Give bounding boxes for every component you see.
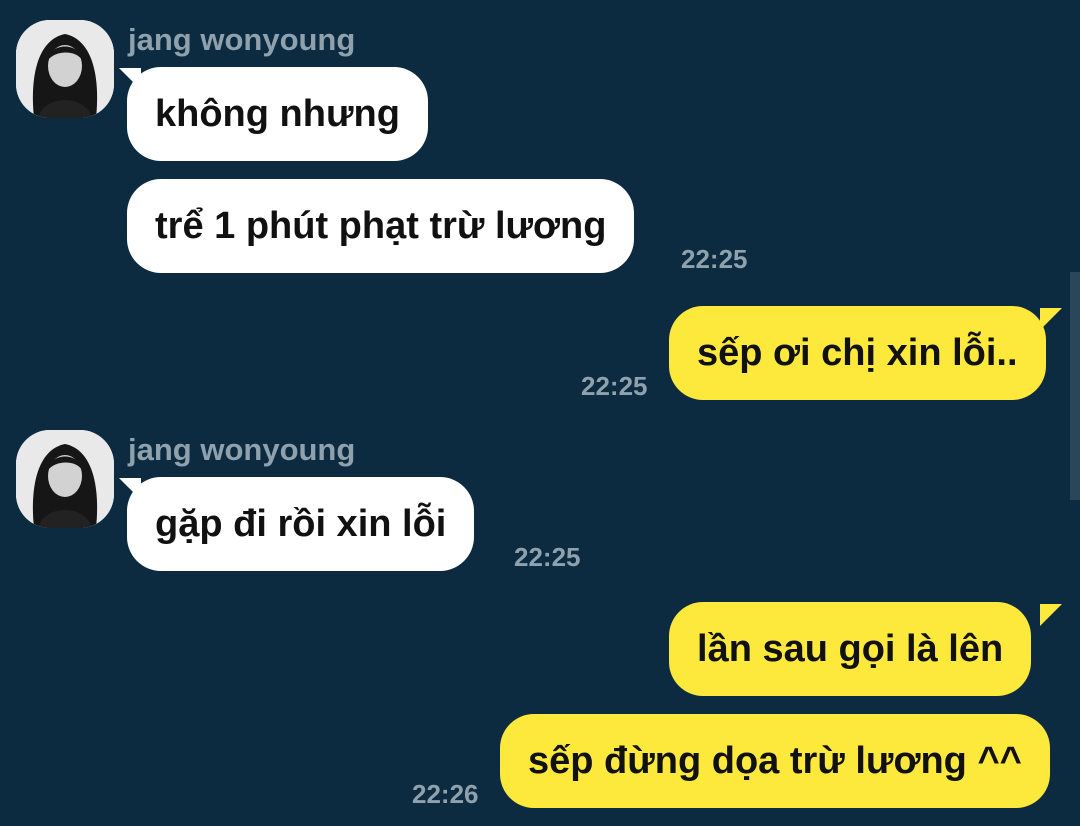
scrollbar-thumb[interactable] [1070,272,1080,500]
message-bubble-outgoing[interactable]: sếp ơi chị xin lỗi.. [669,306,1046,400]
message-bubble-incoming[interactable]: không nhưng [127,67,428,161]
message-text: không nhưng [155,92,400,135]
bubble-tail [1040,308,1062,330]
contact-avatar[interactable] [16,20,114,118]
message-text: gặp đi rồi xin lỗi [155,502,447,545]
sender-name: jang wonyoung [128,22,356,57]
chat-thread: jang wonyoung không nhưng trể 1 phút phạ… [0,0,1080,826]
message-timestamp: 22:25 [581,371,648,401]
message-timestamp: 22:25 [681,244,748,274]
message-bubble-incoming[interactable]: trể 1 phút phạt trừ lương [127,179,635,273]
message-text: trể 1 phút phạt trừ lương [155,204,607,247]
sender-name: jang wonyoung [128,432,356,467]
message-timestamp: 22:25 [514,542,581,572]
message-bubble-outgoing[interactable]: sếp đừng dọa trừ lương ^^ [500,714,1050,808]
avatar-photo-icon [16,430,114,528]
contact-avatar[interactable] [16,430,114,528]
message-text: sếp ơi chị xin lỗi.. [697,331,1018,374]
avatar-photo-icon [16,20,114,118]
message-bubble-incoming[interactable]: gặp đi rồi xin lỗi [127,477,475,571]
message-bubble-outgoing[interactable]: lần sau gọi là lên [669,602,1032,696]
message-timestamp: 22:26 [412,779,479,809]
message-text: sếp đừng dọa trừ lương ^^ [528,739,1022,782]
message-text: lần sau gọi là lên [697,627,1004,670]
bubble-tail [1040,604,1062,626]
